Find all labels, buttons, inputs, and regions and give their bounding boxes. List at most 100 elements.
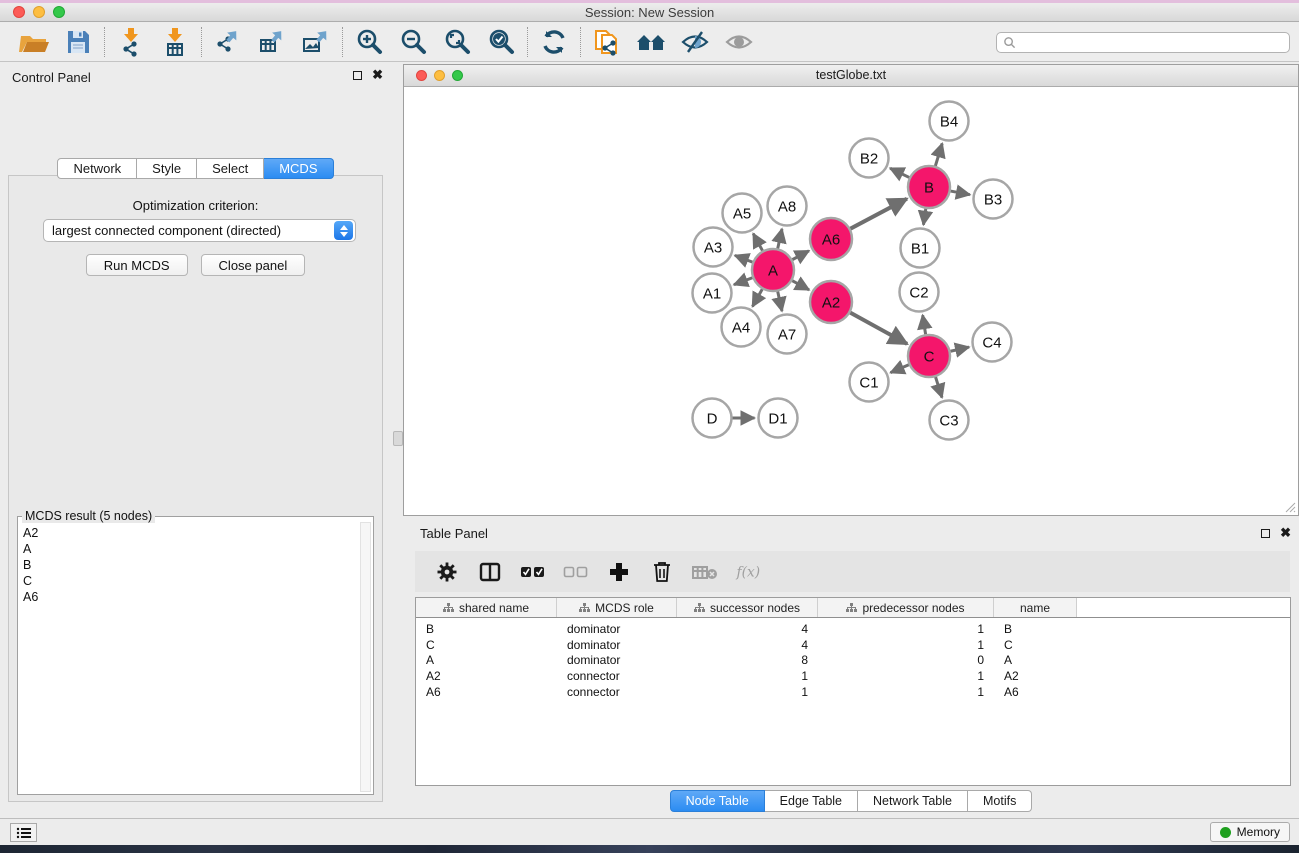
- tab-network-table[interactable]: Network Table: [858, 790, 968, 812]
- cell-MCDS-role[interactable]: dominator: [557, 653, 677, 667]
- edge-B-B4[interactable]: [935, 143, 942, 165]
- edge-B-B2[interactable]: [890, 168, 909, 177]
- mcds-result-item[interactable]: B: [23, 557, 357, 573]
- result-scrollbar[interactable]: [360, 522, 371, 792]
- network-window-titlebar[interactable]: testGlobe.txt: [404, 65, 1298, 87]
- edge-B-B1[interactable]: [923, 209, 925, 225]
- network-canvas[interactable]: AA1A2A3A4A5A6A7A8BB1B2B3B4CC1C2C3C4DD1: [405, 88, 1297, 514]
- cell-predecessor-nodes[interactable]: 1: [818, 669, 994, 683]
- gear-icon[interactable]: [434, 559, 460, 585]
- table-float-panel-icon[interactable]: [1261, 529, 1270, 538]
- deselect-all-icon[interactable]: [563, 559, 589, 585]
- optimization-criterion-dropdown[interactable]: largest connected component (directed): [43, 219, 356, 242]
- edge-A-A2[interactable]: [792, 281, 809, 290]
- export-image-icon[interactable]: [299, 26, 333, 58]
- tab-select[interactable]: Select: [197, 158, 264, 179]
- cell-name[interactable]: A: [994, 653, 1077, 667]
- columns-icon[interactable]: [477, 559, 503, 585]
- panel-splitter-grip[interactable]: [393, 431, 403, 446]
- cell-MCDS-role[interactable]: dominator: [557, 622, 677, 636]
- tab-motifs[interactable]: Motifs: [968, 790, 1032, 812]
- cell-MCDS-role[interactable]: connector: [557, 669, 677, 683]
- tab-edge-table[interactable]: Edge Table: [765, 790, 858, 812]
- open-folder-icon[interactable]: [17, 26, 51, 58]
- cell-predecessor-nodes[interactable]: 0: [818, 653, 994, 667]
- edge-A2-C[interactable]: [850, 313, 907, 344]
- graph-node-B[interactable]: B: [908, 166, 950, 208]
- graph-node-A2[interactable]: A2: [810, 281, 852, 323]
- table-row[interactable]: Cdominator41C: [416, 637, 1290, 653]
- column-header-shared-name[interactable]: shared name: [416, 598, 557, 617]
- edge-A-A8[interactable]: [778, 229, 782, 249]
- cell-name[interactable]: A2: [994, 669, 1077, 683]
- tab-node-table[interactable]: Node Table: [670, 790, 765, 812]
- close-panel-button[interactable]: Close panel: [201, 254, 306, 276]
- float-panel-icon[interactable]: [353, 71, 362, 80]
- cell-name[interactable]: A6: [994, 685, 1077, 699]
- add-icon[interactable]: [606, 559, 632, 585]
- zoom-selected-icon[interactable]: [484, 26, 518, 58]
- table-row[interactable]: Adominator80A: [416, 653, 1290, 669]
- search-input[interactable]: [1016, 35, 1283, 49]
- first-neighbors-icon[interactable]: [634, 26, 668, 58]
- new-doc-network-icon[interactable]: [590, 26, 624, 58]
- cell-successor-nodes[interactable]: 1: [677, 669, 818, 683]
- cell-successor-nodes[interactable]: 1: [677, 685, 818, 699]
- cell-shared-name[interactable]: A2: [416, 669, 557, 683]
- import-table-icon[interactable]: [158, 26, 192, 58]
- table-close-panel-icon[interactable]: ✖: [1280, 528, 1291, 538]
- cell-successor-nodes[interactable]: 4: [677, 638, 818, 652]
- cell-successor-nodes[interactable]: 8: [677, 653, 818, 667]
- search-box[interactable]: [996, 32, 1290, 53]
- mcds-result-item[interactable]: C: [23, 573, 357, 589]
- cell-predecessor-nodes[interactable]: 1: [818, 638, 994, 652]
- task-history-button[interactable]: [10, 823, 37, 842]
- graph-node-A3[interactable]: A3: [694, 228, 733, 267]
- column-header-name[interactable]: name: [994, 598, 1077, 617]
- graph-node-B1[interactable]: B1: [901, 229, 940, 268]
- cell-name[interactable]: C: [994, 638, 1077, 652]
- graph-node-D1[interactable]: D1: [759, 399, 798, 438]
- edge-C-C4[interactable]: [950, 347, 969, 351]
- table-row[interactable]: A2connector11A2: [416, 668, 1290, 684]
- edge-A-A4[interactable]: [753, 289, 763, 306]
- refresh-icon[interactable]: [537, 26, 571, 58]
- cell-predecessor-nodes[interactable]: 1: [818, 622, 994, 636]
- edge-A-A7[interactable]: [778, 291, 782, 311]
- graph-node-C1[interactable]: C1: [850, 363, 889, 402]
- graph-node-A8[interactable]: A8: [768, 187, 807, 226]
- graph-node-A5[interactable]: A5: [723, 194, 762, 233]
- edge-A6-B[interactable]: [850, 199, 906, 229]
- tab-network[interactable]: Network: [57, 158, 137, 179]
- tab-mcds[interactable]: MCDS: [264, 158, 333, 179]
- cell-MCDS-role[interactable]: connector: [557, 685, 677, 699]
- edge-A-A6[interactable]: [792, 251, 809, 260]
- graph-node-A7[interactable]: A7: [768, 315, 807, 354]
- edge-C-C2[interactable]: [923, 315, 926, 334]
- graph-node-A4[interactable]: A4: [722, 308, 761, 347]
- mcds-result-list[interactable]: A2ABCA6: [23, 525, 357, 790]
- delete-icon[interactable]: [649, 559, 675, 585]
- show-eye-icon[interactable]: [722, 26, 756, 58]
- edge-C-C3[interactable]: [936, 377, 942, 398]
- graph-node-B3[interactable]: B3: [974, 180, 1013, 219]
- zoom-in-icon[interactable]: [352, 26, 386, 58]
- cell-shared-name[interactable]: C: [416, 638, 557, 652]
- edge-C-C1[interactable]: [891, 365, 909, 373]
- mcds-result-item[interactable]: A2: [23, 525, 357, 541]
- zoom-out-icon[interactable]: [396, 26, 430, 58]
- export-table-icon[interactable]: [255, 26, 289, 58]
- edge-A-A1[interactable]: [734, 278, 752, 285]
- column-header-MCDS-role[interactable]: MCDS role: [557, 598, 677, 617]
- edge-B-B3[interactable]: [951, 191, 970, 195]
- cell-shared-name[interactable]: A: [416, 653, 557, 667]
- cell-successor-nodes[interactable]: 4: [677, 622, 818, 636]
- close-panel-icon[interactable]: ✖: [372, 70, 383, 80]
- memory-button[interactable]: Memory: [1210, 822, 1290, 842]
- graph-node-C3[interactable]: C3: [930, 401, 969, 440]
- cell-MCDS-role[interactable]: dominator: [557, 638, 677, 652]
- resize-grip-icon[interactable]: [1282, 499, 1296, 513]
- import-network-icon[interactable]: [114, 26, 148, 58]
- graph-node-C4[interactable]: C4: [973, 323, 1012, 362]
- edge-A-A5[interactable]: [753, 234, 762, 251]
